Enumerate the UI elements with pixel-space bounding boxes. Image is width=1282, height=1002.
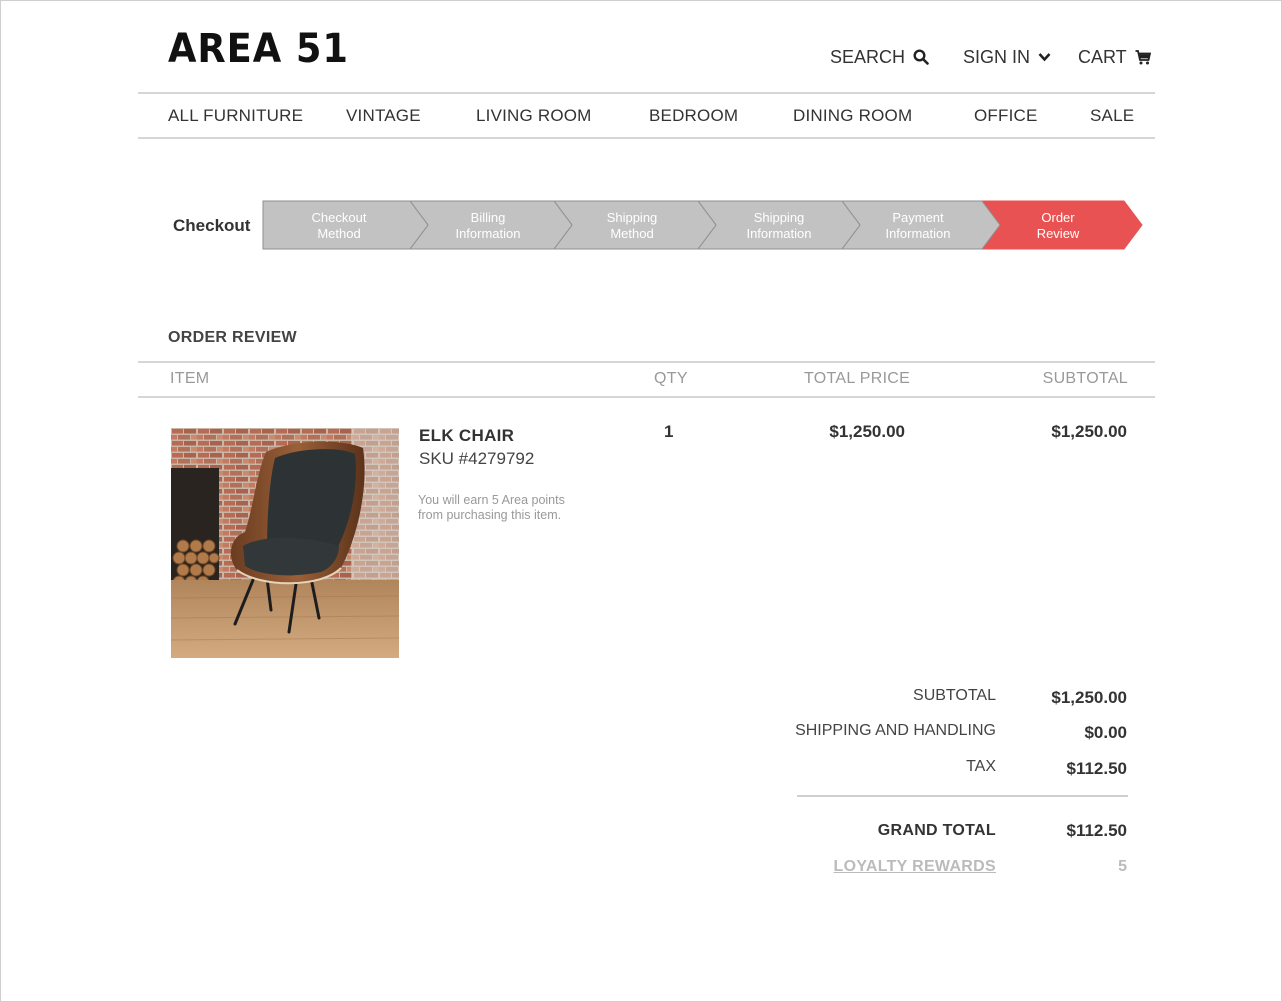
nav-bedroom[interactable]: BEDROOM	[649, 106, 738, 126]
chevron-down-icon	[1038, 52, 1051, 62]
grand-total-value: $112.50	[1066, 821, 1127, 840]
step-label: Shipping	[753, 210, 805, 225]
nav-all-furniture[interactable]: ALL FURNITURE	[168, 106, 303, 126]
step-checkout-method[interactable]: Checkout Method	[274, 210, 404, 242]
shipping-label: SHIPPING AND HANDLING	[795, 722, 996, 739]
column-header-qty: QTY	[654, 370, 688, 387]
sign-in-dropdown[interactable]: SIGN IN	[963, 46, 1051, 68]
nav-divider	[138, 137, 1155, 139]
step-shipping-method[interactable]: Shipping Method	[567, 210, 697, 242]
column-header-total-price: TOTAL PRICE	[804, 370, 911, 387]
nav-dining-room[interactable]: DINING ROOM	[793, 106, 912, 126]
loyalty-rewards-value: 5	[1118, 858, 1127, 875]
nav-sale[interactable]: SALE	[1090, 106, 1134, 126]
nav-office[interactable]: OFFICE	[974, 106, 1038, 126]
step-order-review[interactable]: Order Review	[993, 210, 1123, 242]
cart-label: CART	[1078, 46, 1127, 67]
order-review-title: ORDER REVIEW	[168, 329, 297, 346]
product-name[interactable]: ELK CHAIR	[419, 426, 514, 446]
step-label: Billing	[470, 210, 506, 225]
nav-vintage[interactable]: VINTAGE	[346, 106, 421, 126]
column-header-subtotal: SUBTOTAL	[1042, 370, 1128, 387]
search-label: SEARCH	[830, 46, 906, 67]
product-sku: SKU #4279792	[419, 449, 535, 468]
subtotal-label: SUBTOTAL	[913, 687, 996, 704]
step-label: Review	[1036, 226, 1080, 241]
step-label: Information	[746, 226, 812, 241]
search-button[interactable]: SEARCH	[830, 46, 929, 68]
step-label: Information	[885, 226, 951, 241]
product-image[interactable]	[171, 428, 399, 658]
cart-button[interactable]: CART	[1078, 46, 1151, 68]
shipping-value: $0.00	[1084, 723, 1127, 742]
step-label: Checkout	[311, 210, 367, 225]
checkout-progress-label: Checkout	[173, 216, 251, 235]
cart-icon	[1135, 49, 1151, 65]
grand-total-label: GRAND TOTAL	[877, 822, 996, 839]
totals-divider	[797, 795, 1128, 797]
step-label: Shipping	[606, 210, 658, 225]
site-logo[interactable]: AREA 51	[168, 26, 349, 72]
step-label: Method	[317, 226, 361, 241]
step-label: Method	[610, 226, 654, 241]
table-header-divider	[138, 396, 1155, 398]
item-total-price: $1,250.00	[829, 422, 905, 441]
table-top-divider	[138, 361, 1155, 363]
loyalty-points-note: You will earn 5 Area points from purchas…	[418, 493, 565, 522]
step-shipping-information[interactable]: Shipping Information	[714, 210, 844, 242]
loyalty-rewards-link[interactable]: LOYALTY REWARDS	[834, 858, 996, 876]
checkout-progress: Checkout Method Billing Information Ship…	[262, 200, 1146, 250]
step-label: Information	[455, 226, 521, 241]
step-label: Order	[1041, 210, 1075, 225]
chair-photo	[171, 428, 399, 658]
step-billing-information[interactable]: Billing Information	[423, 210, 553, 242]
tax-value: $112.50	[1066, 759, 1127, 778]
item-subtotal: $1,250.00	[1051, 422, 1127, 441]
item-qty: 1	[664, 422, 674, 441]
column-header-item: ITEM	[170, 370, 210, 387]
sign-in-label: SIGN IN	[963, 46, 1031, 67]
step-payment-information[interactable]: Payment Information	[853, 210, 983, 242]
tax-label: TAX	[966, 758, 996, 775]
step-label: Payment	[892, 210, 944, 225]
header-divider	[138, 92, 1155, 94]
nav-living-room[interactable]: LIVING ROOM	[476, 106, 592, 126]
subtotal-value: $1,250.00	[1051, 688, 1127, 707]
search-icon	[913, 49, 929, 65]
